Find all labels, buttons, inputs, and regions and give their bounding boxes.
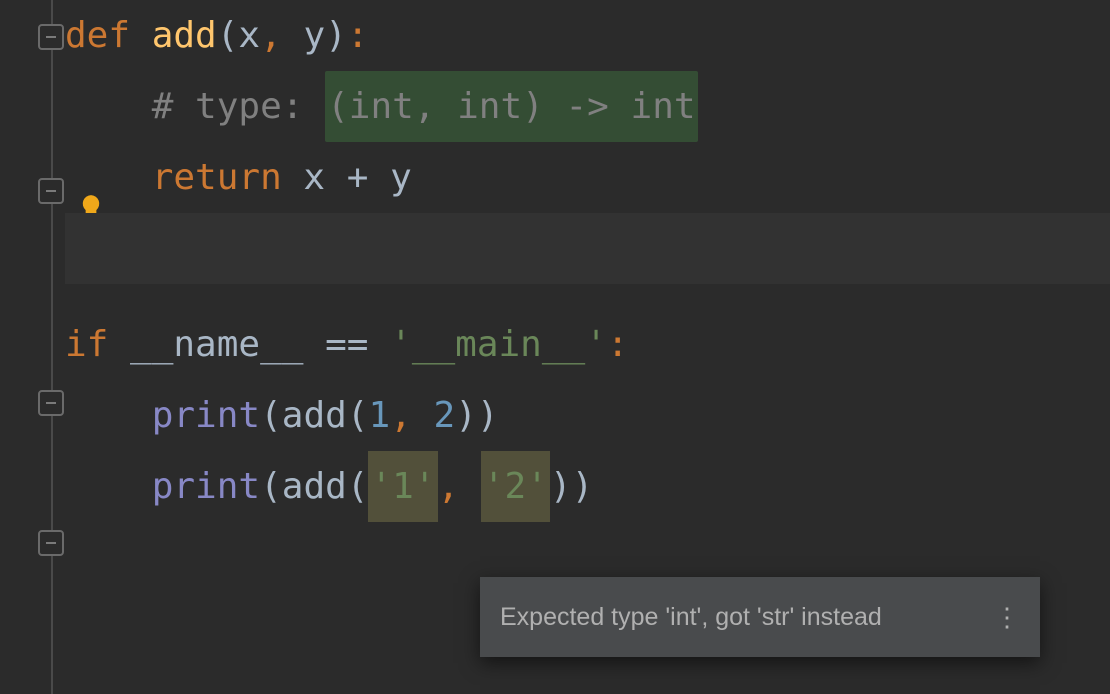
indent bbox=[65, 71, 152, 142]
keyword-return: return bbox=[152, 142, 304, 213]
paren-close: ) bbox=[550, 451, 572, 522]
comma: , bbox=[390, 380, 433, 451]
code-line[interactable]: print(add(1, 2)) bbox=[65, 380, 1110, 451]
keyword-def: def bbox=[65, 0, 152, 71]
paren-close: ) bbox=[455, 380, 477, 451]
editor-gutter bbox=[0, 0, 65, 694]
colon: : bbox=[347, 0, 369, 71]
int-literal: 2 bbox=[434, 380, 456, 451]
paren-close: ) bbox=[477, 380, 499, 451]
type-hint-comment: (int, int) -> int bbox=[325, 71, 697, 142]
builtin-print: print bbox=[152, 380, 260, 451]
inspection-tooltip[interactable]: Expected type 'int', got 'str' instead ⋮ bbox=[480, 577, 1040, 657]
comment-text: # type: bbox=[152, 71, 325, 142]
return-expression: x + y bbox=[303, 142, 411, 213]
paren-open: ( bbox=[260, 380, 282, 451]
paren-close: ) bbox=[572, 451, 594, 522]
call-add: add bbox=[282, 451, 347, 522]
code-line[interactable]: print(add('1', '2')) bbox=[65, 451, 1110, 522]
indent bbox=[65, 380, 152, 451]
int-literal: 1 bbox=[368, 380, 390, 451]
code-line[interactable]: if __name__ == '__main__': bbox=[65, 309, 1110, 380]
comma: , bbox=[260, 0, 303, 71]
call-add: add bbox=[282, 380, 347, 451]
string-literal-warning: '1' bbox=[368, 451, 437, 522]
paren-open: ( bbox=[347, 380, 369, 451]
code-area[interactable]: def add(x, y): # type: (int, int) -> int… bbox=[65, 0, 1110, 522]
operator-eq: == bbox=[325, 309, 390, 380]
dunder-name: __name__ bbox=[130, 309, 325, 380]
code-line-gap bbox=[65, 284, 1110, 309]
string-main: '__main__' bbox=[390, 309, 607, 380]
indent bbox=[65, 142, 152, 213]
paren-open: ( bbox=[347, 451, 369, 522]
param-x: x bbox=[238, 0, 260, 71]
code-line[interactable]: return x + y bbox=[65, 142, 1110, 213]
fold-toggle-icon[interactable] bbox=[38, 530, 64, 556]
function-name: add bbox=[152, 0, 217, 71]
comma: , bbox=[438, 451, 481, 522]
fold-toggle-icon[interactable] bbox=[38, 178, 64, 204]
builtin-print: print bbox=[152, 451, 260, 522]
code-line-current[interactable] bbox=[65, 213, 1110, 284]
keyword-if: if bbox=[65, 309, 130, 380]
fold-guide-line bbox=[51, 0, 53, 694]
paren-open: ( bbox=[217, 0, 239, 71]
indent bbox=[65, 451, 152, 522]
code-line[interactable]: # type: (int, int) -> int bbox=[65, 71, 1110, 142]
fold-toggle-icon[interactable] bbox=[38, 24, 64, 50]
param-y: y bbox=[303, 0, 325, 71]
fold-toggle-icon[interactable] bbox=[38, 390, 64, 416]
paren-close: ) bbox=[325, 0, 347, 71]
code-line[interactable]: def add(x, y): bbox=[65, 0, 1110, 71]
tooltip-text: Expected type 'int', got 'str' instead bbox=[500, 603, 882, 632]
more-actions-icon[interactable]: ⋮ bbox=[994, 602, 1020, 633]
code-editor[interactable]: def add(x, y): # type: (int, int) -> int… bbox=[0, 0, 1110, 694]
paren-open: ( bbox=[260, 451, 282, 522]
string-literal-warning: '2' bbox=[481, 451, 550, 522]
colon: : bbox=[607, 309, 629, 380]
